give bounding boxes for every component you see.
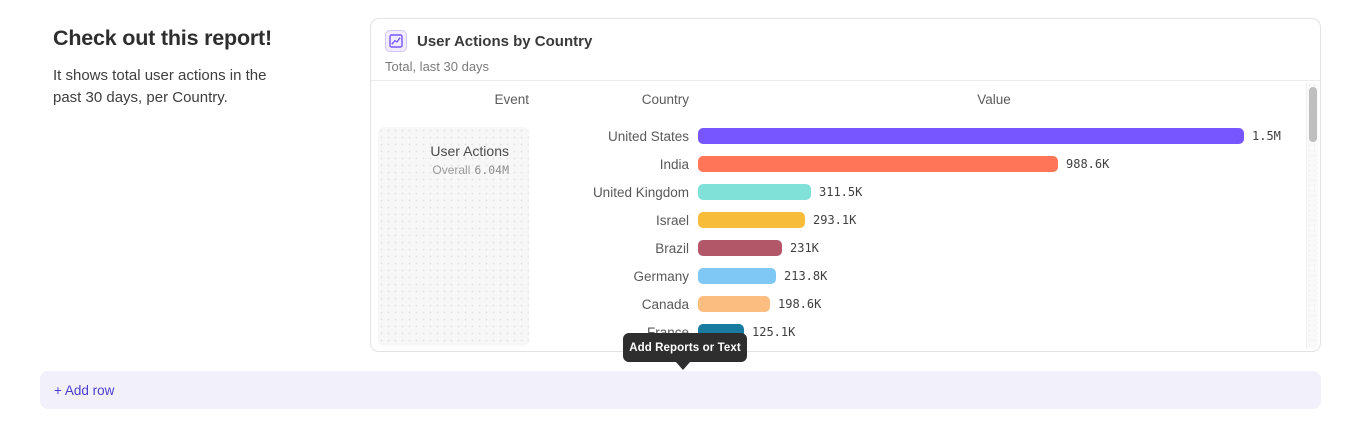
report-card[interactable]: User Actions by Country Total, last 30 d… [370, 18, 1321, 352]
bar[interactable] [698, 184, 811, 200]
chart-row: Canada 198.6K [371, 290, 1306, 318]
bar-cell: 1.5M [698, 128, 1281, 144]
bar-value: 231K [790, 241, 819, 255]
scrollbar-thumb[interactable] [1309, 87, 1317, 142]
bar-value: 293.1K [813, 213, 856, 227]
bar[interactable] [698, 128, 1244, 144]
chart-rows: United States 1.5M India 988.6K United Kingd… [371, 122, 1306, 346]
chart-row: Israel 293.1K [371, 206, 1306, 234]
bar[interactable] [698, 156, 1058, 172]
report-card-header: User Actions by Country Total, last 30 d… [371, 19, 1320, 81]
intro-section: Check out this report! It shows total us… [53, 26, 333, 108]
tooltip-arrow-icon [676, 362, 690, 370]
country-label: Brazil [371, 241, 689, 256]
country-label: India [371, 157, 689, 172]
page-title: Check out this report! [53, 26, 333, 51]
report-subtitle: Total, last 30 days [385, 59, 1306, 74]
bar-cell: 231K [698, 240, 819, 256]
country-label: Canada [371, 297, 689, 312]
bar[interactable] [698, 240, 782, 256]
bar[interactable] [698, 268, 776, 284]
chart-row: United States 1.5M [371, 122, 1306, 150]
country-label: Israel [371, 213, 689, 228]
bar-value: 311.5K [819, 185, 862, 199]
intro-description: It shows total user actions in the past … [53, 65, 293, 108]
bar-value: 213.8K [784, 269, 827, 283]
column-header-value: Value [698, 92, 1290, 107]
bar[interactable] [698, 212, 805, 228]
column-header-event: Event [371, 92, 529, 107]
column-header-country: Country [537, 92, 689, 107]
bar-value: 198.6K [778, 297, 821, 311]
chart-row: Brazil 231K [371, 234, 1306, 262]
bar-cell: 988.6K [698, 156, 1109, 172]
bar-cell: 213.8K [698, 268, 827, 284]
chart-row: France125.1K [371, 318, 1306, 346]
bar-value: 988.6K [1066, 157, 1109, 171]
chart-row: India 988.6K [371, 150, 1306, 178]
country-label: United Kingdom [371, 185, 689, 200]
chart-row: Germany 213.8K [371, 262, 1306, 290]
add-reports-tooltip: Add Reports or Text [623, 333, 747, 362]
bar[interactable] [698, 296, 770, 312]
chart-row: United Kingdom 311.5K [371, 178, 1306, 206]
country-label: United States [371, 129, 689, 144]
add-row-button[interactable]: + Add row [40, 371, 1321, 409]
bar-cell: 293.1K [698, 212, 856, 228]
tooltip-label: Add Reports or Text [629, 342, 741, 354]
country-label: Germany [371, 269, 689, 284]
insights-chart-icon [385, 30, 407, 52]
report-chart-area: Event Country Value User Actions Overall… [371, 81, 1320, 351]
scrollbar-track[interactable] [1306, 83, 1318, 349]
add-row-label: + Add row [54, 383, 114, 398]
bar-value: 1.5M [1252, 129, 1281, 143]
bar-cell: 311.5K [698, 184, 862, 200]
bar-value: 125.1K [752, 325, 795, 339]
bar-cell: 198.6K [698, 296, 821, 312]
report-title: User Actions by Country [417, 33, 592, 50]
